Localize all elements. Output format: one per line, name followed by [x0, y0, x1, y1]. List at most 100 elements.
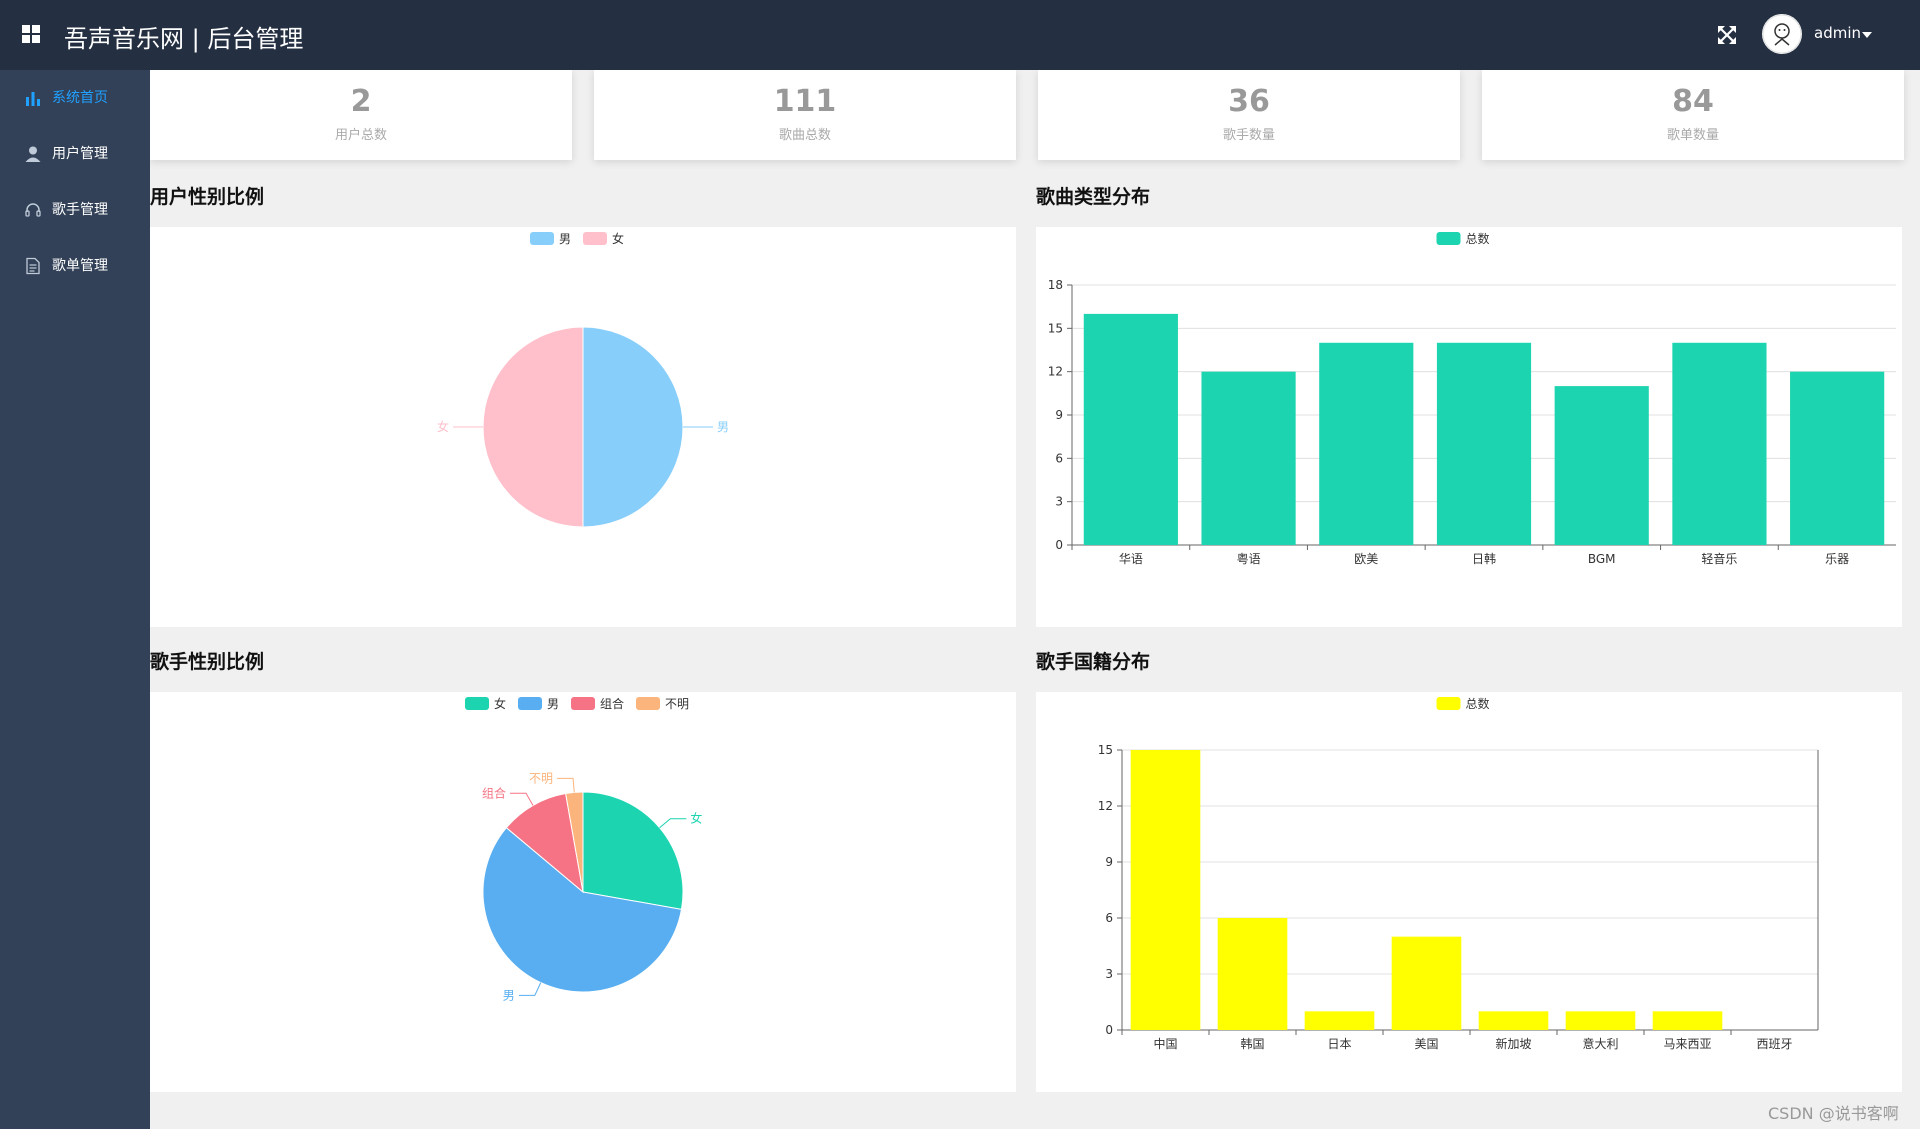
y-tick-label: 18	[1048, 278, 1063, 292]
user-icon	[25, 146, 41, 162]
stat-card-singers: 36 歌手数量	[1038, 70, 1460, 160]
legend-swatch	[571, 697, 595, 710]
legend-swatch	[518, 697, 542, 710]
x-tick-label: 意大利	[1582, 1036, 1618, 1051]
bar	[1565, 1011, 1636, 1030]
x-tick-label: 中国	[1153, 1036, 1177, 1051]
bar	[1554, 386, 1649, 545]
y-tick-label: 9	[1055, 408, 1063, 422]
pie-slice	[582, 326, 684, 528]
avatar[interactable]	[1762, 14, 1802, 54]
stat-card-playlists: 84 歌单数量	[1482, 70, 1904, 160]
x-tick-label: 日韩	[1472, 551, 1496, 566]
sidebar-item-label: 歌手管理	[52, 202, 108, 218]
pie-label-line	[510, 792, 534, 806]
bar	[1201, 371, 1296, 545]
pie-label: 男	[717, 420, 729, 434]
bar	[1672, 342, 1767, 545]
y-tick-label: 6	[1105, 911, 1113, 925]
chart-panel-singer-nation: 总数 0 3 6 9 12 15 中国 韩国 日本 美国 新加坡 意大利 马来西亚 西班牙	[1036, 692, 1902, 1092]
section-title-song-type: 歌曲类型分布	[1036, 186, 1151, 208]
y-tick-label: 12	[1048, 365, 1063, 379]
stat-card-users: 2 用户总数	[150, 70, 572, 160]
section-title-singer-gender: 歌手性别比例	[150, 651, 265, 673]
bar	[1436, 342, 1532, 545]
y-tick-label: 9	[1105, 855, 1113, 869]
chart-user-gender: 男女男女	[437, 231, 729, 528]
sidebar-item-label: 系统首页	[52, 90, 108, 106]
x-tick-label: 马来西亚	[1663, 1037, 1711, 1051]
bar	[1391, 936, 1462, 1030]
x-tick-label: 西班牙	[1756, 1037, 1792, 1051]
chart-panel-user-gender: 男女男女	[150, 227, 1016, 627]
fullscreen-icon[interactable]	[1716, 24, 1738, 46]
x-tick-label: 粤语	[1237, 551, 1261, 566]
x-tick-label: 日本	[1327, 1037, 1351, 1051]
bar	[1304, 1011, 1375, 1030]
pie-label: 男	[503, 988, 515, 1002]
sidebar-item-playlists[interactable]: 歌单管理	[0, 238, 150, 294]
y-tick-label: 0	[1105, 1023, 1113, 1037]
chart-song-type: 总数 0 3 6 9 12 15 18 华语 粤语 欧美 日韩 BGM 轻音乐 乐器	[1048, 231, 1896, 566]
legend-label: 女	[612, 231, 624, 246]
bar	[1130, 750, 1201, 1030]
stat-value: 84	[1672, 84, 1714, 119]
stat-label: 歌手数量	[1222, 128, 1275, 143]
legend-label: 不明	[665, 697, 689, 711]
stat-card-songs: 111 歌曲总数	[594, 70, 1016, 160]
sidebar-item-label: 歌单管理	[52, 258, 108, 274]
sidebar: 系统首页 用户管理 歌手管理 歌单管理	[0, 70, 150, 1129]
section-title-singer-nation: 歌手国籍分布	[1036, 651, 1151, 673]
y-tick-label: 6	[1055, 451, 1063, 465]
x-tick-label: 韩国	[1240, 1036, 1264, 1051]
y-tick-label: 3	[1105, 967, 1113, 981]
sidebar-item-users[interactable]: 用户管理	[0, 126, 150, 182]
pie-label: 女	[437, 419, 449, 434]
pie-label-line	[557, 777, 575, 793]
pie-label-line	[518, 982, 542, 996]
legend-label: 组合	[600, 696, 624, 711]
stat-label: 歌单数量	[1666, 128, 1719, 143]
bar	[1790, 371, 1885, 545]
bar	[1478, 1011, 1549, 1030]
grid-menu-icon[interactable]	[22, 25, 40, 43]
pie-slice	[582, 791, 684, 910]
legend-label: 男	[559, 232, 571, 246]
chart-singer-nation: 总数 0 3 6 9 12 15 中国 韩国 日本 美国 新加坡 意大利 马来西亚 西班牙	[1098, 696, 1819, 1051]
stat-value: 2	[350, 84, 372, 119]
section-title-user-gender: 用户性别比例	[150, 186, 265, 208]
stat-value: 36	[1228, 84, 1270, 119]
legend-swatch	[465, 697, 489, 710]
headset-icon	[25, 203, 41, 217]
caret-down-icon[interactable]	[1862, 32, 1872, 38]
chart-panel-song-type: 总数 0 3 6 9 12 15 18 华语 粤语 欧美 日韩 BGM 轻音乐 乐器	[1036, 227, 1902, 627]
stat-label: 歌曲总数	[778, 128, 831, 143]
pie-label: 女	[690, 811, 702, 826]
pie-label: 组合	[482, 785, 506, 800]
pie-label: 不明	[529, 771, 553, 785]
pie-slice	[482, 326, 584, 528]
stat-value: 111	[773, 84, 837, 119]
x-tick-label: 美国	[1414, 1037, 1438, 1051]
pie-label-line	[659, 818, 687, 829]
x-tick-label: 新加坡	[1495, 1036, 1531, 1051]
x-tick-label: 乐器	[1825, 552, 1849, 566]
x-tick-label: 轻音乐	[1701, 551, 1737, 566]
top-bar: 吾声音乐网 | 后台管理 admin	[0, 0, 1920, 70]
legend-label: 总数	[1466, 231, 1490, 246]
watermark: CSDN @说书客啊	[1768, 1104, 1899, 1123]
legend-swatch	[1436, 697, 1461, 710]
legend-swatch	[583, 232, 607, 245]
bar	[1083, 313, 1178, 545]
x-tick-label: 欧美	[1354, 552, 1378, 566]
legend-swatch	[636, 697, 660, 710]
y-tick-label: 15	[1098, 743, 1113, 757]
legend-label: 女	[494, 696, 506, 711]
y-tick-label: 15	[1048, 321, 1063, 335]
sidebar-item-home[interactable]: 系统首页	[0, 70, 150, 126]
y-tick-label: 12	[1098, 799, 1113, 813]
legend-swatch	[530, 232, 554, 245]
sidebar-item-singers[interactable]: 歌手管理	[0, 182, 150, 238]
user-name[interactable]: admin	[1814, 24, 1861, 42]
bar	[1217, 918, 1288, 1030]
